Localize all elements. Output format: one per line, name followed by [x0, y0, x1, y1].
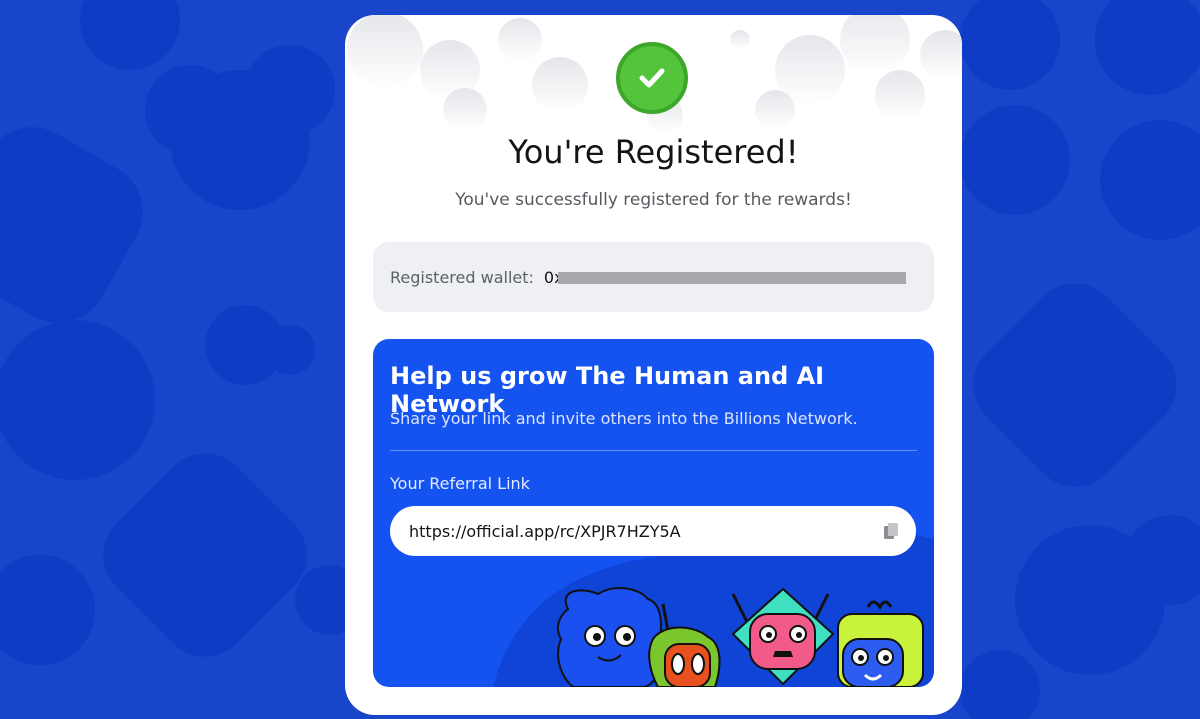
registered-wallet-box: Registered wallet: 0x — [373, 242, 934, 312]
page-title: You're Registered! — [508, 133, 799, 171]
registration-card: You're Registered! You've successfully r… — [345, 15, 962, 715]
success-check-icon — [616, 42, 688, 114]
referral-promo-panel: Help us grow The Human and AI Network Sh… — [373, 339, 934, 687]
wallet-label: Registered wallet: — [390, 267, 534, 287]
page-subtitle: You've successfully registered for the r… — [455, 190, 852, 210]
copy-icon[interactable] — [882, 522, 900, 540]
referral-link-value[interactable]: https://official.app/rc/XPJR7HZY5A — [409, 522, 882, 541]
referral-link-field[interactable]: https://official.app/rc/XPJR7HZY5A — [390, 506, 916, 556]
redaction-bar — [557, 271, 906, 284]
wallet-address: 0x — [544, 268, 919, 287]
referral-link-label: Your Referral Link — [390, 474, 530, 493]
promo-description: Share your link and invite others into t… — [390, 409, 858, 428]
divider — [390, 450, 917, 451]
